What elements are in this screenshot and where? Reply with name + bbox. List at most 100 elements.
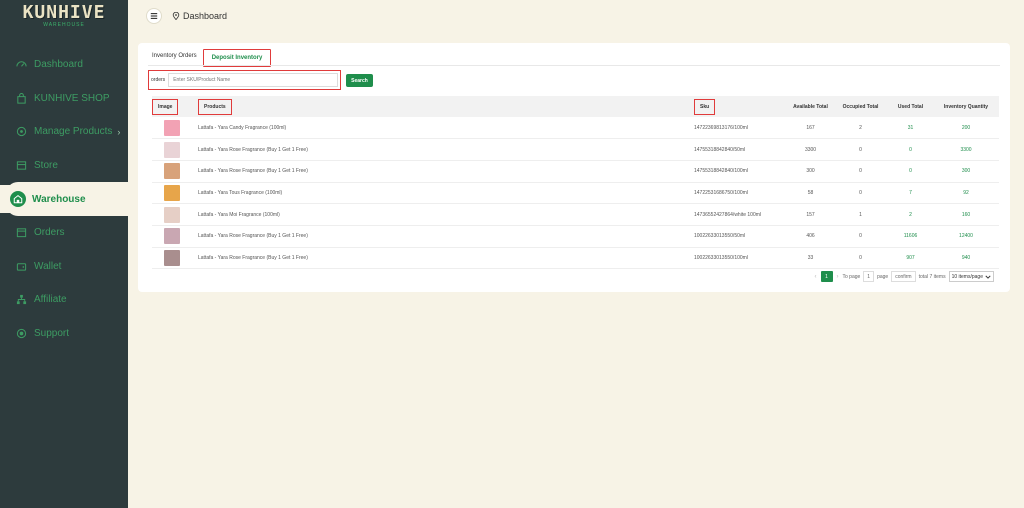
used-total: 11606	[903, 233, 918, 240]
sidebar-item-label: Support	[34, 328, 70, 340]
products-icon	[16, 126, 27, 137]
total-items-label: total 7 items	[918, 273, 946, 280]
product-image-cell	[152, 117, 198, 139]
sidebar-item-label: KUNHIVE SHOP	[34, 92, 110, 104]
affiliate-icon	[16, 294, 27, 305]
column-header-products[interactable]: Products	[198, 96, 694, 117]
sidebar-item-warehouse[interactable]: Warehouse	[6, 182, 128, 216]
product-sku: 14755318842840/100ml	[694, 168, 748, 175]
page-size-select[interactable]: 10 items/page	[948, 271, 994, 282]
sidebar-item-wallet[interactable]: Wallet	[0, 250, 128, 284]
used-total: 7	[909, 189, 912, 196]
product-sku: 14736552427864/white 100ml	[694, 211, 761, 218]
prev-page-icon[interactable]: ‹	[815, 274, 817, 280]
sidebar-item-label: Warehouse	[32, 193, 86, 205]
product-thumbnail[interactable]	[164, 206, 180, 223]
product-thumbnail[interactable]	[164, 141, 180, 158]
occupied-total: 0	[859, 189, 862, 196]
menu-toggle-button[interactable]	[146, 8, 162, 24]
used-total: 907	[906, 254, 915, 261]
available-total: 3300	[804, 146, 817, 153]
page-number-current[interactable]: 1	[820, 271, 833, 282]
breadcrumb[interactable]: Dashboard	[172, 11, 227, 21]
column-header-inventory-quantity[interactable]: Inventory Quantity	[933, 96, 999, 117]
sidebar-item-affiliate[interactable]: Affiliate	[0, 283, 128, 317]
shop-icon	[16, 92, 27, 104]
sidebar-item-label: Dashboard	[34, 59, 83, 71]
product-thumbnail[interactable]	[164, 163, 180, 180]
product-image-cell	[152, 225, 198, 247]
product-name: Lattafa - Yara Rose Fragrance (Buy 1 Get…	[198, 168, 308, 175]
chevron-right-icon: ›	[117, 126, 121, 137]
inventory-card: Inventory Orders Deposit Inventory order…	[138, 43, 1010, 292]
product-name: Lattafa - Yara Moi Fragrance (100ml)	[198, 211, 280, 218]
used-total: 31	[907, 124, 914, 131]
page-jump-input[interactable]: 1	[863, 271, 875, 282]
column-header-sku[interactable]: Sku	[694, 96, 788, 117]
available-total: 167	[806, 124, 815, 131]
table-row: Lattafa - Yara Moi Fragrance (100ml) 1473…	[152, 204, 999, 226]
product-name: Lattafa - Yara Tous Fragrance (100ml)	[198, 189, 283, 196]
chevron-down-icon	[985, 275, 991, 279]
pagination: ‹ 1 › To page 1 page confirm total 7 ite…	[811, 271, 994, 282]
table-row: Lattafa - Yara Rose Fragrance (Buy 1 Get…	[152, 225, 999, 248]
occupied-total: 0	[859, 168, 862, 175]
used-total: 0	[909, 168, 912, 175]
product-name: Lattafa - Yara Rose Fragrance (Buy 1 Get…	[198, 233, 308, 240]
sidebar-item-kunhive-shop[interactable]: KUNHIVE SHOP	[0, 82, 128, 116]
product-sku: 14722369813176/100ml	[694, 124, 748, 131]
table-header-row: Image Products Sku Available Total Occup…	[152, 96, 999, 117]
column-header-used-total[interactable]: Used Total	[888, 96, 933, 117]
column-header-occupied-total[interactable]: Occupied Total	[833, 96, 888, 117]
next-page-icon[interactable]: ›	[837, 274, 839, 280]
table-row: Lattafa - Yara Candy Fragrance (100ml) 14…	[152, 117, 999, 139]
sidebar-item-label: Store	[34, 160, 58, 172]
product-name: Lattafa - Yara Rose Fragrance (Buy 1 Get…	[198, 254, 308, 261]
hamburger-icon	[150, 13, 158, 19]
product-image-cell	[152, 204, 198, 226]
product-thumbnail[interactable]	[164, 249, 180, 266]
product-sku: 14722531686750/100ml	[694, 189, 748, 196]
available-total: 157	[806, 211, 815, 218]
confirm-button[interactable]: confirm	[891, 271, 916, 282]
table-row: Lattafa - Yara Rose Fragrance (Buy 1 Get…	[152, 139, 999, 161]
page-size-value: 10 items/page	[951, 273, 983, 280]
warehouse-icon	[10, 191, 26, 208]
product-name: Lattafa - Yara Candy Fragrance (100ml)	[198, 124, 287, 131]
sidebar-item-support[interactable]: Support	[0, 317, 128, 351]
logo-subtitle: WAREHOUSE	[43, 22, 85, 28]
product-image-cell	[152, 182, 198, 204]
table-row: Lattafa - Yara Rose Fragrance (Buy 1 Get…	[152, 160, 999, 183]
sidebar-item-dashboard[interactable]: Dashboard	[0, 48, 128, 82]
inventory-quantity: 300	[961, 168, 971, 175]
product-sku: 14755318842840/50ml	[694, 146, 746, 153]
inventory-table-body: Lattafa - Yara Candy Fragrance (100ml) 14…	[152, 117, 999, 269]
sidebar-item-manage-products[interactable]: Manage Products ›	[0, 115, 128, 149]
product-sku: 10022633013550/100ml	[694, 254, 748, 261]
product-thumbnail[interactable]	[164, 184, 180, 201]
inventory-quantity: 200	[961, 124, 971, 131]
orders-icon	[16, 227, 27, 238]
inventory-quantity: 12400	[959, 233, 973, 240]
sku-search-input[interactable]	[168, 73, 338, 87]
inventory-table: Image Products Sku Available Total Occup…	[152, 96, 999, 269]
brand-logo[interactable]: KUNHIVE WAREHOUSE	[0, 0, 128, 32]
column-header-available-total[interactable]: Available Total	[788, 96, 833, 117]
product-thumbnail[interactable]	[164, 119, 180, 136]
wallet-icon	[16, 261, 27, 272]
column-header-image[interactable]: Image	[152, 96, 198, 117]
occupied-total: 2	[859, 124, 862, 131]
orders-filter-label: orders	[151, 77, 166, 83]
product-image-cell	[152, 160, 198, 182]
inventory-quantity: 3300	[960, 146, 972, 153]
sidebar-nav: Dashboard KUNHIVE SHOP Manage Products ›…	[0, 48, 128, 350]
available-total: 300	[806, 168, 815, 175]
inventory-quantity: 160	[961, 211, 971, 218]
product-thumbnail[interactable]	[164, 228, 180, 245]
sidebar-item-store[interactable]: Store	[0, 149, 128, 183]
search-button[interactable]: Search	[346, 74, 373, 87]
sidebar-item-orders[interactable]: Orders	[0, 216, 128, 250]
product-name: Lattafa - Yara Rose Fragrance (Buy 1 Get…	[198, 146, 308, 153]
top-header: Dashboard	[128, 0, 1024, 32]
available-total: 406	[806, 233, 815, 240]
